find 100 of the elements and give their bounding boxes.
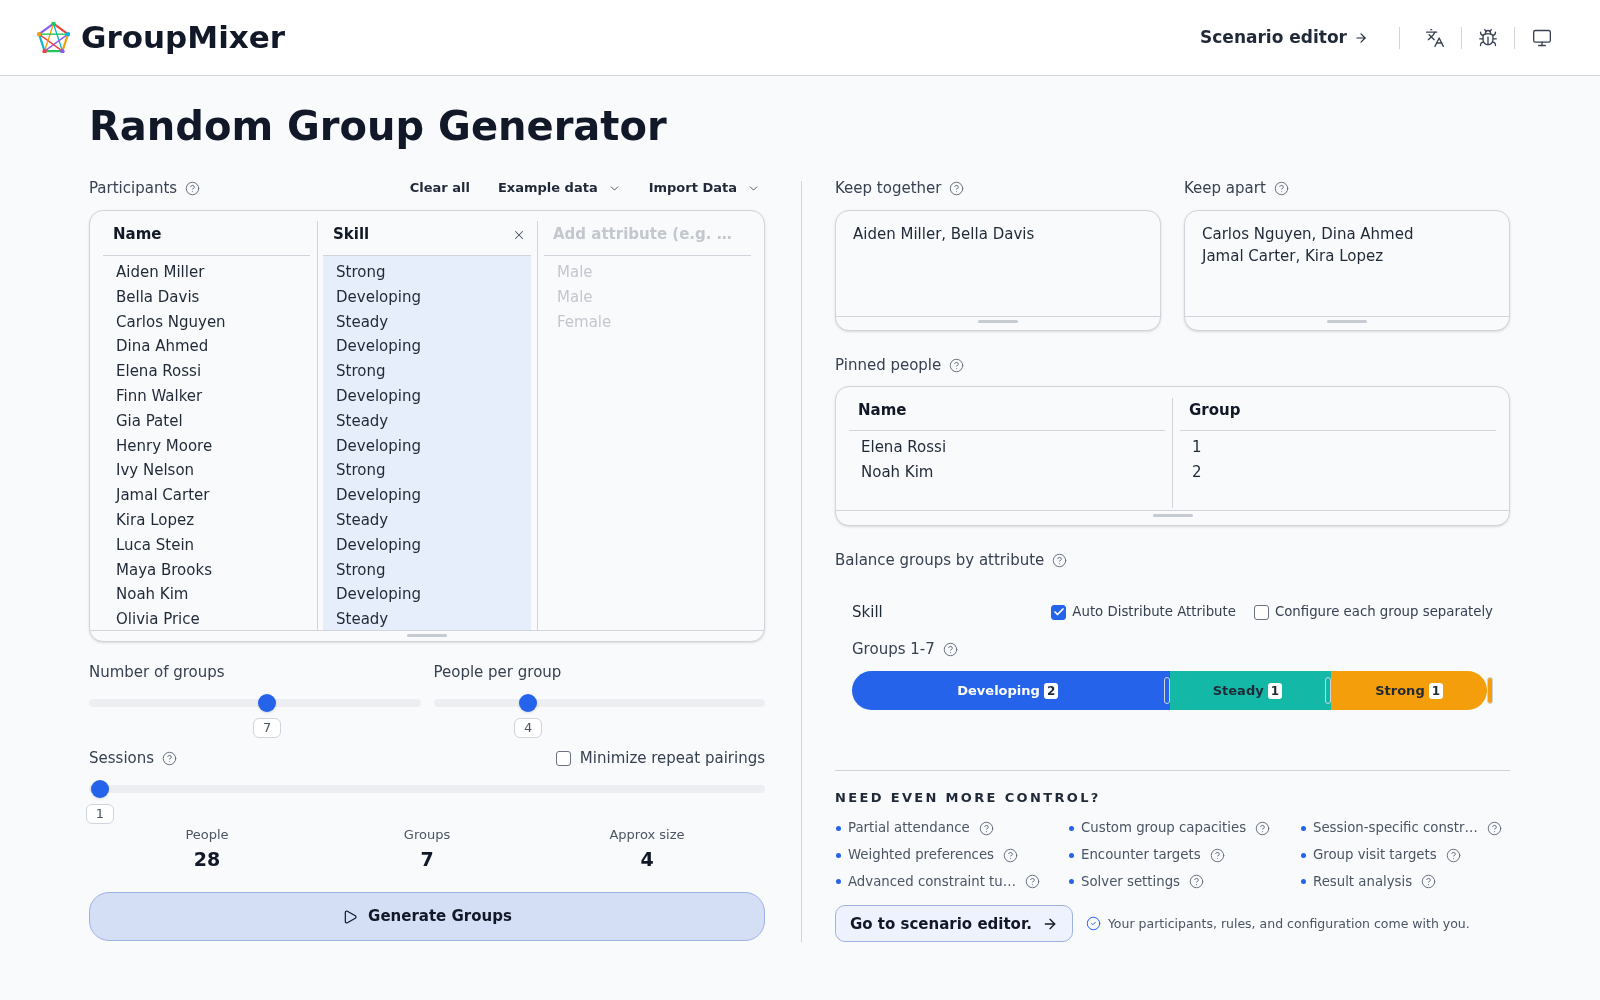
section-heading: NEED EVEN MORE CONTROL?	[835, 789, 1102, 807]
resize-handle[interactable]	[978, 320, 1018, 323]
help-icon[interactable]	[1273, 180, 1289, 196]
text-area[interactable]: Aiden Miller, Bella Davis	[835, 210, 1161, 331]
scenario-editor-link[interactable]: Scenario editor	[1200, 24, 1368, 51]
dropdown-button[interactable]: Example data	[497, 178, 621, 198]
bullet-icon	[1301, 879, 1306, 885]
logo-icon	[37, 22, 70, 53]
slider-thumb[interactable]	[519, 694, 538, 712]
table-entry: Luca Stein	[116, 534, 196, 556]
bullet-icon	[1069, 852, 1074, 858]
feature-text: Group visit targets	[1313, 846, 1437, 865]
table-entry: Gia Patel	[116, 410, 184, 432]
slider-thumb[interactable]	[258, 694, 277, 712]
section-label: Keep together	[835, 177, 942, 199]
table-entry: Henry Moore	[116, 435, 214, 457]
feature-text: Encounter targets	[1081, 846, 1201, 865]
bullet-icon	[1301, 852, 1306, 858]
table-entry: Elena Rossi	[116, 361, 203, 383]
table-entry: Finn Walker	[116, 386, 204, 407]
section-label: Participants	[89, 177, 178, 199]
segment-label: Steady	[1212, 681, 1264, 700]
count-badge: 2	[1043, 682, 1059, 699]
dropdown-button[interactable]: Import Data	[648, 178, 760, 198]
table-entry: Strong	[336, 361, 387, 383]
bullet-icon	[836, 879, 841, 885]
segment-handle[interactable]	[1163, 677, 1170, 704]
help-icon[interactable]	[1421, 874, 1437, 890]
stat-value: 28	[193, 847, 221, 872]
table-entry: Noah Kim	[116, 584, 190, 606]
help-icon[interactable]	[949, 357, 965, 373]
help-icon[interactable]	[1445, 847, 1461, 863]
bullet-icon	[1069, 879, 1074, 885]
translate-icon[interactable]	[1425, 27, 1445, 48]
section-label: Balance groups by attribute	[835, 549, 1045, 571]
help-icon[interactable]	[942, 641, 958, 657]
checkbox-label: Configure each group separately	[1274, 603, 1493, 622]
help-icon[interactable]	[978, 820, 994, 836]
monitor-icon[interactable]	[1532, 27, 1552, 48]
slider-thumb[interactable]	[91, 780, 109, 798]
feature-text: Solver settings	[1081, 873, 1181, 891]
help-icon[interactable]	[1486, 820, 1502, 836]
check-icon	[1052, 606, 1065, 618]
help-icon[interactable]	[1025, 874, 1041, 890]
check-circle-icon	[1085, 916, 1101, 932]
table-entry: Strong	[336, 559, 387, 581]
groups-label: Groups 1-7	[852, 638, 935, 660]
resize-handle[interactable]	[1327, 320, 1367, 323]
help-icon[interactable]	[1052, 552, 1068, 568]
checkbox[interactable]	[1253, 604, 1269, 620]
help-icon[interactable]	[1189, 874, 1205, 890]
stat-value: 4	[640, 847, 654, 872]
help-icon[interactable]	[185, 180, 201, 196]
table-entry: Steady	[336, 609, 390, 630]
bullet-icon	[1069, 825, 1074, 831]
feature-text: Custom group capacities	[1081, 819, 1247, 838]
help-icon[interactable]	[1003, 847, 1019, 863]
stat-label: People	[185, 826, 229, 844]
table-entry: 2	[1192, 462, 1203, 483]
table-entry: Maya Brooks	[116, 559, 213, 581]
feature-text: Result analysis	[1313, 873, 1413, 891]
feature-text: Session-specific constr…	[1313, 819, 1478, 838]
feature-text: Advanced constraint tu…	[848, 873, 1017, 891]
table-entry: Developing	[336, 386, 422, 407]
checkbox-label: Auto Distribute Attribute	[1072, 603, 1236, 622]
help-icon[interactable]	[1209, 847, 1225, 863]
resize-handle[interactable]	[407, 634, 447, 637]
table-entry: Jamal Carter	[116, 485, 211, 507]
scenario-editor-button[interactable]: Go to scenario editor.	[835, 905, 1073, 943]
slider-label: People per group	[433, 661, 562, 683]
table-entry: Strong	[336, 262, 387, 283]
table-entry: Elena Rossi	[861, 437, 948, 458]
column-header: Name	[113, 224, 162, 246]
segment-handle[interactable]	[1487, 677, 1493, 704]
text-area[interactable]: Carlos Nguyen, Dina Ahmed Jamal Carter, Kira Lopez	[1184, 210, 1510, 331]
info-note: Your participants, rules, and configuration come with you.	[1107, 914, 1470, 933]
slider-label: Number of groups	[89, 661, 225, 683]
help-icon[interactable]	[162, 750, 178, 766]
action-button[interactable]: Clear all	[409, 178, 470, 198]
checkbox[interactable]	[555, 750, 571, 766]
table-entry: Developing	[336, 485, 422, 507]
table-entry: Steady	[336, 410, 390, 432]
bug-icon[interactable]	[1478, 27, 1498, 48]
play-icon	[342, 908, 359, 925]
resize-handle[interactable]	[1152, 514, 1193, 517]
generate-button[interactable]: Generate Groups	[89, 892, 765, 941]
checkbox-label: Minimize repeat pairings	[579, 747, 765, 769]
help-icon[interactable]	[1255, 820, 1271, 836]
checkbox[interactable]	[1051, 604, 1067, 620]
stat-label: Approx size	[609, 826, 685, 844]
help-icon[interactable]	[949, 180, 965, 196]
table-entry: Steady	[336, 509, 390, 531]
table-entry: Olivia Price	[116, 609, 201, 630]
column-header: Group	[1189, 400, 1241, 422]
count-badge: 1	[1428, 682, 1444, 699]
table-entry: Developing	[336, 435, 422, 457]
slider-value: 4	[514, 718, 543, 738]
slider-value: 1	[86, 804, 114, 824]
column-header: Skill	[333, 224, 370, 246]
segment-label: Strong	[1375, 681, 1425, 700]
